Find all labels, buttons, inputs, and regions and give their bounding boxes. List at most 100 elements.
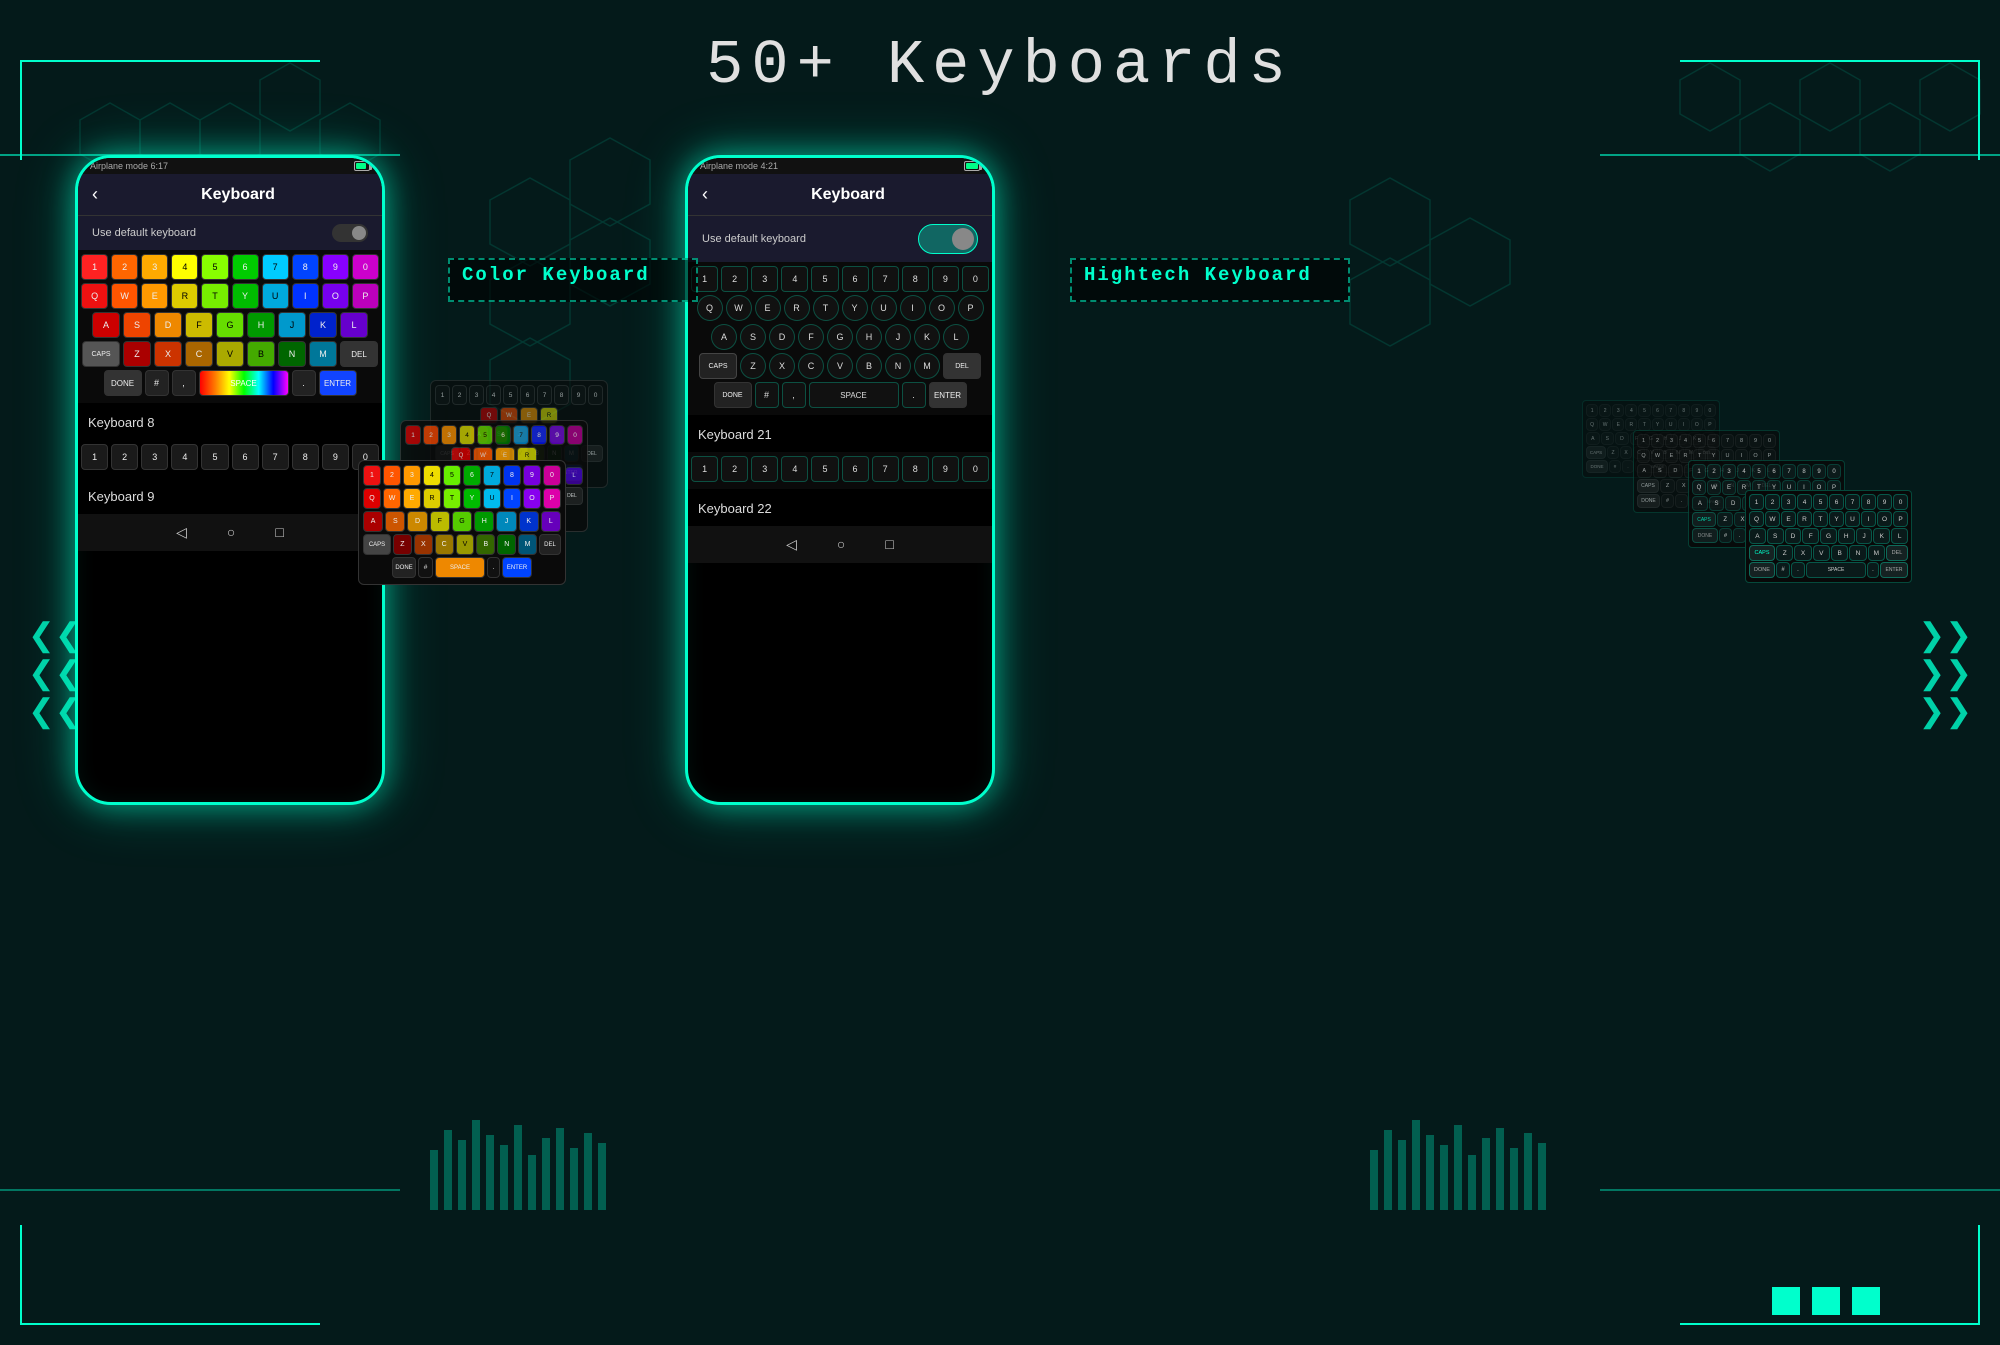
rkey-g[interactable]: G <box>827 324 853 350</box>
key-j[interactable]: J <box>278 312 306 338</box>
enter-right[interactable]: ENTER <box>929 382 967 408</box>
key-n[interactable]: N <box>278 341 306 367</box>
rkey-y[interactable]: Y <box>842 295 868 321</box>
hash-right[interactable]: # <box>755 382 779 408</box>
key-a[interactable]: A <box>92 312 120 338</box>
rkey-s[interactable]: S <box>740 324 766 350</box>
nav-back-left[interactable]: ◁ <box>176 524 187 541</box>
kb22-6[interactable]: 6 <box>842 456 869 482</box>
rkey-i[interactable]: I <box>900 295 926 321</box>
key-e[interactable]: E <box>141 283 168 309</box>
caps-key-right[interactable]: CAPS <box>699 353 737 379</box>
rkey-5[interactable]: 5 <box>811 266 838 292</box>
kb9-key-4[interactable]: 4 <box>171 444 198 470</box>
rkey-d[interactable]: D <box>769 324 795 350</box>
rkey-z[interactable]: Z <box>740 353 766 379</box>
kb22-2[interactable]: 2 <box>721 456 748 482</box>
kb22-5[interactable]: 5 <box>811 456 838 482</box>
key-l[interactable]: L <box>340 312 368 338</box>
kb22-7[interactable]: 7 <box>872 456 899 482</box>
key-6[interactable]: 6 <box>232 254 259 280</box>
kb9-key-5[interactable]: 5 <box>201 444 228 470</box>
hash-key-left[interactable]: # <box>145 370 169 396</box>
dot-key-left[interactable]: . <box>292 370 316 396</box>
kb22-4[interactable]: 4 <box>781 456 808 482</box>
kb22-0[interactable]: 0 <box>962 456 989 482</box>
space-right[interactable]: SPACE <box>809 382 899 408</box>
rkey-e[interactable]: E <box>755 295 781 321</box>
key-5[interactable]: 5 <box>201 254 228 280</box>
kb22-3[interactable]: 3 <box>751 456 778 482</box>
rkey-t[interactable]: T <box>813 295 839 321</box>
key-s[interactable]: S <box>123 312 151 338</box>
key-g[interactable]: G <box>216 312 244 338</box>
key-2[interactable]: 2 <box>111 254 138 280</box>
nav-home-left[interactable]: ○ <box>227 524 235 541</box>
key-d[interactable]: D <box>154 312 182 338</box>
key-o[interactable]: O <box>322 283 349 309</box>
del-key-right[interactable]: DEL <box>943 353 981 379</box>
done-key-left[interactable]: DONE <box>104 370 142 396</box>
back-button-left[interactable]: ‹ <box>92 184 98 205</box>
rkey-r[interactable]: R <box>784 295 810 321</box>
caps-key-left[interactable]: CAPS <box>82 341 120 367</box>
key-9[interactable]: 9 <box>322 254 349 280</box>
kb22-1[interactable]: 1 <box>691 456 718 482</box>
rkey-n[interactable]: N <box>885 353 911 379</box>
key-0[interactable]: 0 <box>352 254 379 280</box>
space-key-left[interactable]: SPACE <box>199 370 289 396</box>
rkey-2[interactable]: 2 <box>721 266 748 292</box>
rkey-w[interactable]: W <box>726 295 752 321</box>
rkey-8[interactable]: 8 <box>902 266 929 292</box>
key-8[interactable]: 8 <box>292 254 319 280</box>
kb9-key-8[interactable]: 8 <box>292 444 319 470</box>
rkey-9[interactable]: 9 <box>932 266 959 292</box>
key-z[interactable]: Z <box>123 341 151 367</box>
rkey-a[interactable]: A <box>711 324 737 350</box>
comma-right[interactable]: , <box>782 382 806 408</box>
key-k[interactable]: K <box>309 312 337 338</box>
key-i[interactable]: I <box>292 283 319 309</box>
rkey-f[interactable]: F <box>798 324 824 350</box>
kb9-key-2[interactable]: 2 <box>111 444 138 470</box>
key-y[interactable]: Y <box>232 283 259 309</box>
kb9-key-9[interactable]: 9 <box>322 444 349 470</box>
key-4[interactable]: 4 <box>171 254 198 280</box>
kb22-8[interactable]: 8 <box>902 456 929 482</box>
kb9-key-3[interactable]: 3 <box>141 444 168 470</box>
toggle-switch-left[interactable] <box>332 224 368 242</box>
key-c[interactable]: C <box>185 341 213 367</box>
enter-key-left[interactable]: ENTER <box>319 370 357 396</box>
nav-recent-left[interactable]: □ <box>275 524 283 541</box>
rkey-h[interactable]: H <box>856 324 882 350</box>
key-7[interactable]: 7 <box>262 254 289 280</box>
key-v[interactable]: V <box>216 341 244 367</box>
key-u[interactable]: U <box>262 283 289 309</box>
nav-recent-right[interactable]: □ <box>885 536 893 553</box>
rkey-x[interactable]: X <box>769 353 795 379</box>
key-3[interactable]: 3 <box>141 254 168 280</box>
rkey-7[interactable]: 7 <box>872 266 899 292</box>
rkey-m[interactable]: M <box>914 353 940 379</box>
nav-back-right[interactable]: ◁ <box>786 536 797 553</box>
del-key-left[interactable]: DEL <box>340 341 378 367</box>
dot-right[interactable]: . <box>902 382 926 408</box>
key-t[interactable]: T <box>201 283 228 309</box>
rkey-l[interactable]: L <box>943 324 969 350</box>
rkey-k[interactable]: K <box>914 324 940 350</box>
rkey-0[interactable]: 0 <box>962 266 989 292</box>
kb9-key-1[interactable]: 1 <box>81 444 108 470</box>
key-b[interactable]: B <box>247 341 275 367</box>
kb9-key-6[interactable]: 6 <box>232 444 259 470</box>
rkey-o[interactable]: O <box>929 295 955 321</box>
key-w[interactable]: W <box>111 283 138 309</box>
rkey-4[interactable]: 4 <box>781 266 808 292</box>
kb22-9[interactable]: 9 <box>932 456 959 482</box>
toggle-switch-right[interactable] <box>918 224 978 254</box>
rkey-3[interactable]: 3 <box>751 266 778 292</box>
rkey-c[interactable]: C <box>798 353 824 379</box>
rkey-6[interactable]: 6 <box>842 266 869 292</box>
rkey-b[interactable]: B <box>856 353 882 379</box>
rkey-u[interactable]: U <box>871 295 897 321</box>
comma-key-left[interactable]: , <box>172 370 196 396</box>
